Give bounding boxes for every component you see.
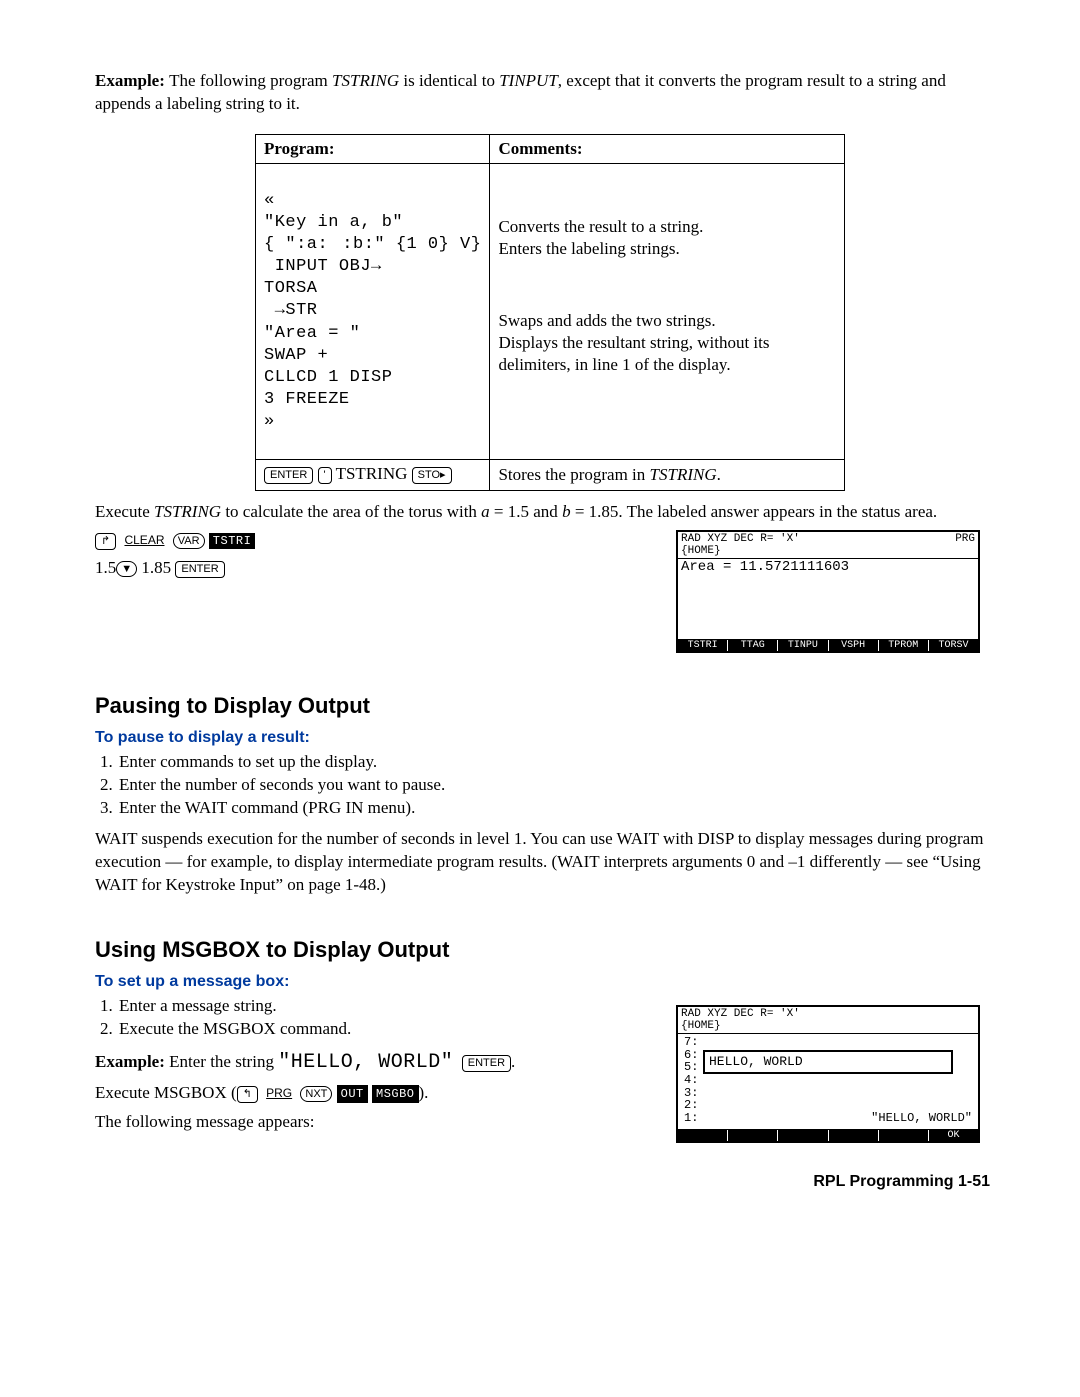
subhead-pause: To pause to display a result: — [95, 729, 990, 747]
prg-label: PRG — [262, 1084, 296, 1102]
lcd1-area-value: Area = 11.5721111603 — [681, 559, 849, 575]
page-footer: RPL Programming 1-51 — [95, 1173, 990, 1191]
lcd-screen-2: RAD XYZ DEC R= 'X'{HOME} 7: 6: 5: 4: 3: … — [676, 1005, 980, 1143]
msgbo-menu: MSGBO — [372, 1085, 419, 1103]
pause-step-1: Enter commands to set up the display. — [117, 751, 990, 774]
pause-steps: Enter commands to set up the display. En… — [95, 751, 990, 820]
col-comments: Comments: — [490, 134, 845, 163]
lcd2-softmenu: OK — [678, 1129, 978, 1141]
msgbox-example: Example: Enter the string "HELLO, WORLD"… — [95, 1049, 676, 1076]
lcd-screen-1: RAD XYZ DEC R= 'X'{HOME} PRG Area = 11.5… — [676, 530, 980, 653]
left-shift-key: ↰ — [237, 1086, 258, 1103]
msgbox-followup: The following message appears: — [95, 1111, 676, 1134]
var-key: VAR — [173, 533, 205, 549]
tstri-menu: TSTRI — [209, 533, 256, 549]
msgbox-step-1: Enter a message string. — [117, 995, 676, 1018]
intro-paragraph: Example: The following program TSTRING i… — [95, 70, 990, 116]
heading-msgbox: Using MSGBOX to Display Output — [95, 937, 990, 963]
enter-key-3: ENTER — [462, 1055, 511, 1072]
example-label: Example: — [95, 71, 169, 90]
program-table: Program: Comments: « "Key in a, b" { ":a… — [255, 134, 845, 491]
lcd1-softmenu: TSTRITTAGTINPUVSPHTPROMTORSV — [678, 639, 978, 651]
key-sequence-1: ↱ CLEAR VAR TSTRI — [95, 530, 415, 550]
store-keys-cell: ENTER ' TSTRING STO▸ — [256, 460, 490, 491]
right-shift-key: ↱ — [95, 533, 116, 550]
message-box: HELLO, WORLD — [703, 1050, 953, 1074]
subhead-msgbox: To set up a message box: — [95, 973, 990, 991]
sto-key: STO▸ — [412, 467, 452, 484]
msgbox-exec-line: Execute MSGBOX (↰ PRG NXT OUT MSGBO). — [95, 1082, 676, 1105]
heading-pausing: Pausing to Display Output — [95, 693, 990, 719]
msgbox-step-2: Execute the MSGBOX command. — [117, 1018, 676, 1041]
store-comment: Stores the program in TSTRING. — [490, 460, 845, 491]
wait-paragraph: WAIT suspends execution for the number o… — [95, 828, 990, 897]
pause-step-3: Enter the WAIT command (PRG IN menu). — [117, 797, 990, 820]
nxt-key: NXT — [300, 1086, 332, 1102]
col-program: Program: — [256, 134, 490, 163]
comments-body: Converts the result to a string. Enters … — [490, 163, 845, 459]
tick-key: ' — [318, 467, 332, 484]
pause-step-2: Enter the number of seconds you want to … — [117, 774, 990, 797]
program-body: « "Key in a, b" { ":a::b:" {1 0} V} INP… — [256, 163, 490, 459]
msgbox-steps: Enter a message string. Execute the MSGB… — [95, 995, 676, 1041]
stack-levels: 7: 6: 5: 4: 3: 2: 1:"HELLO, WORLD" — [681, 1034, 975, 1124]
down-arrow-key: ▼ — [116, 561, 137, 577]
out-menu: OUT — [337, 1085, 368, 1103]
execute-paragraph: Execute TSTRING to calculate the area of… — [95, 501, 990, 524]
clear-label: CLEAR — [120, 532, 168, 548]
enter-key: ENTER — [264, 467, 313, 484]
stack-1-value: "HELLO, WORLD" — [871, 1112, 972, 1125]
key-sequence-2: 1.5▼ 1.85 ENTER — [95, 558, 415, 578]
exec-block: ↱ CLEAR VAR TSTRI 1.5▼ 1.85 ENTER RAD XY… — [95, 530, 990, 653]
enter-key-2: ENTER — [175, 561, 224, 578]
